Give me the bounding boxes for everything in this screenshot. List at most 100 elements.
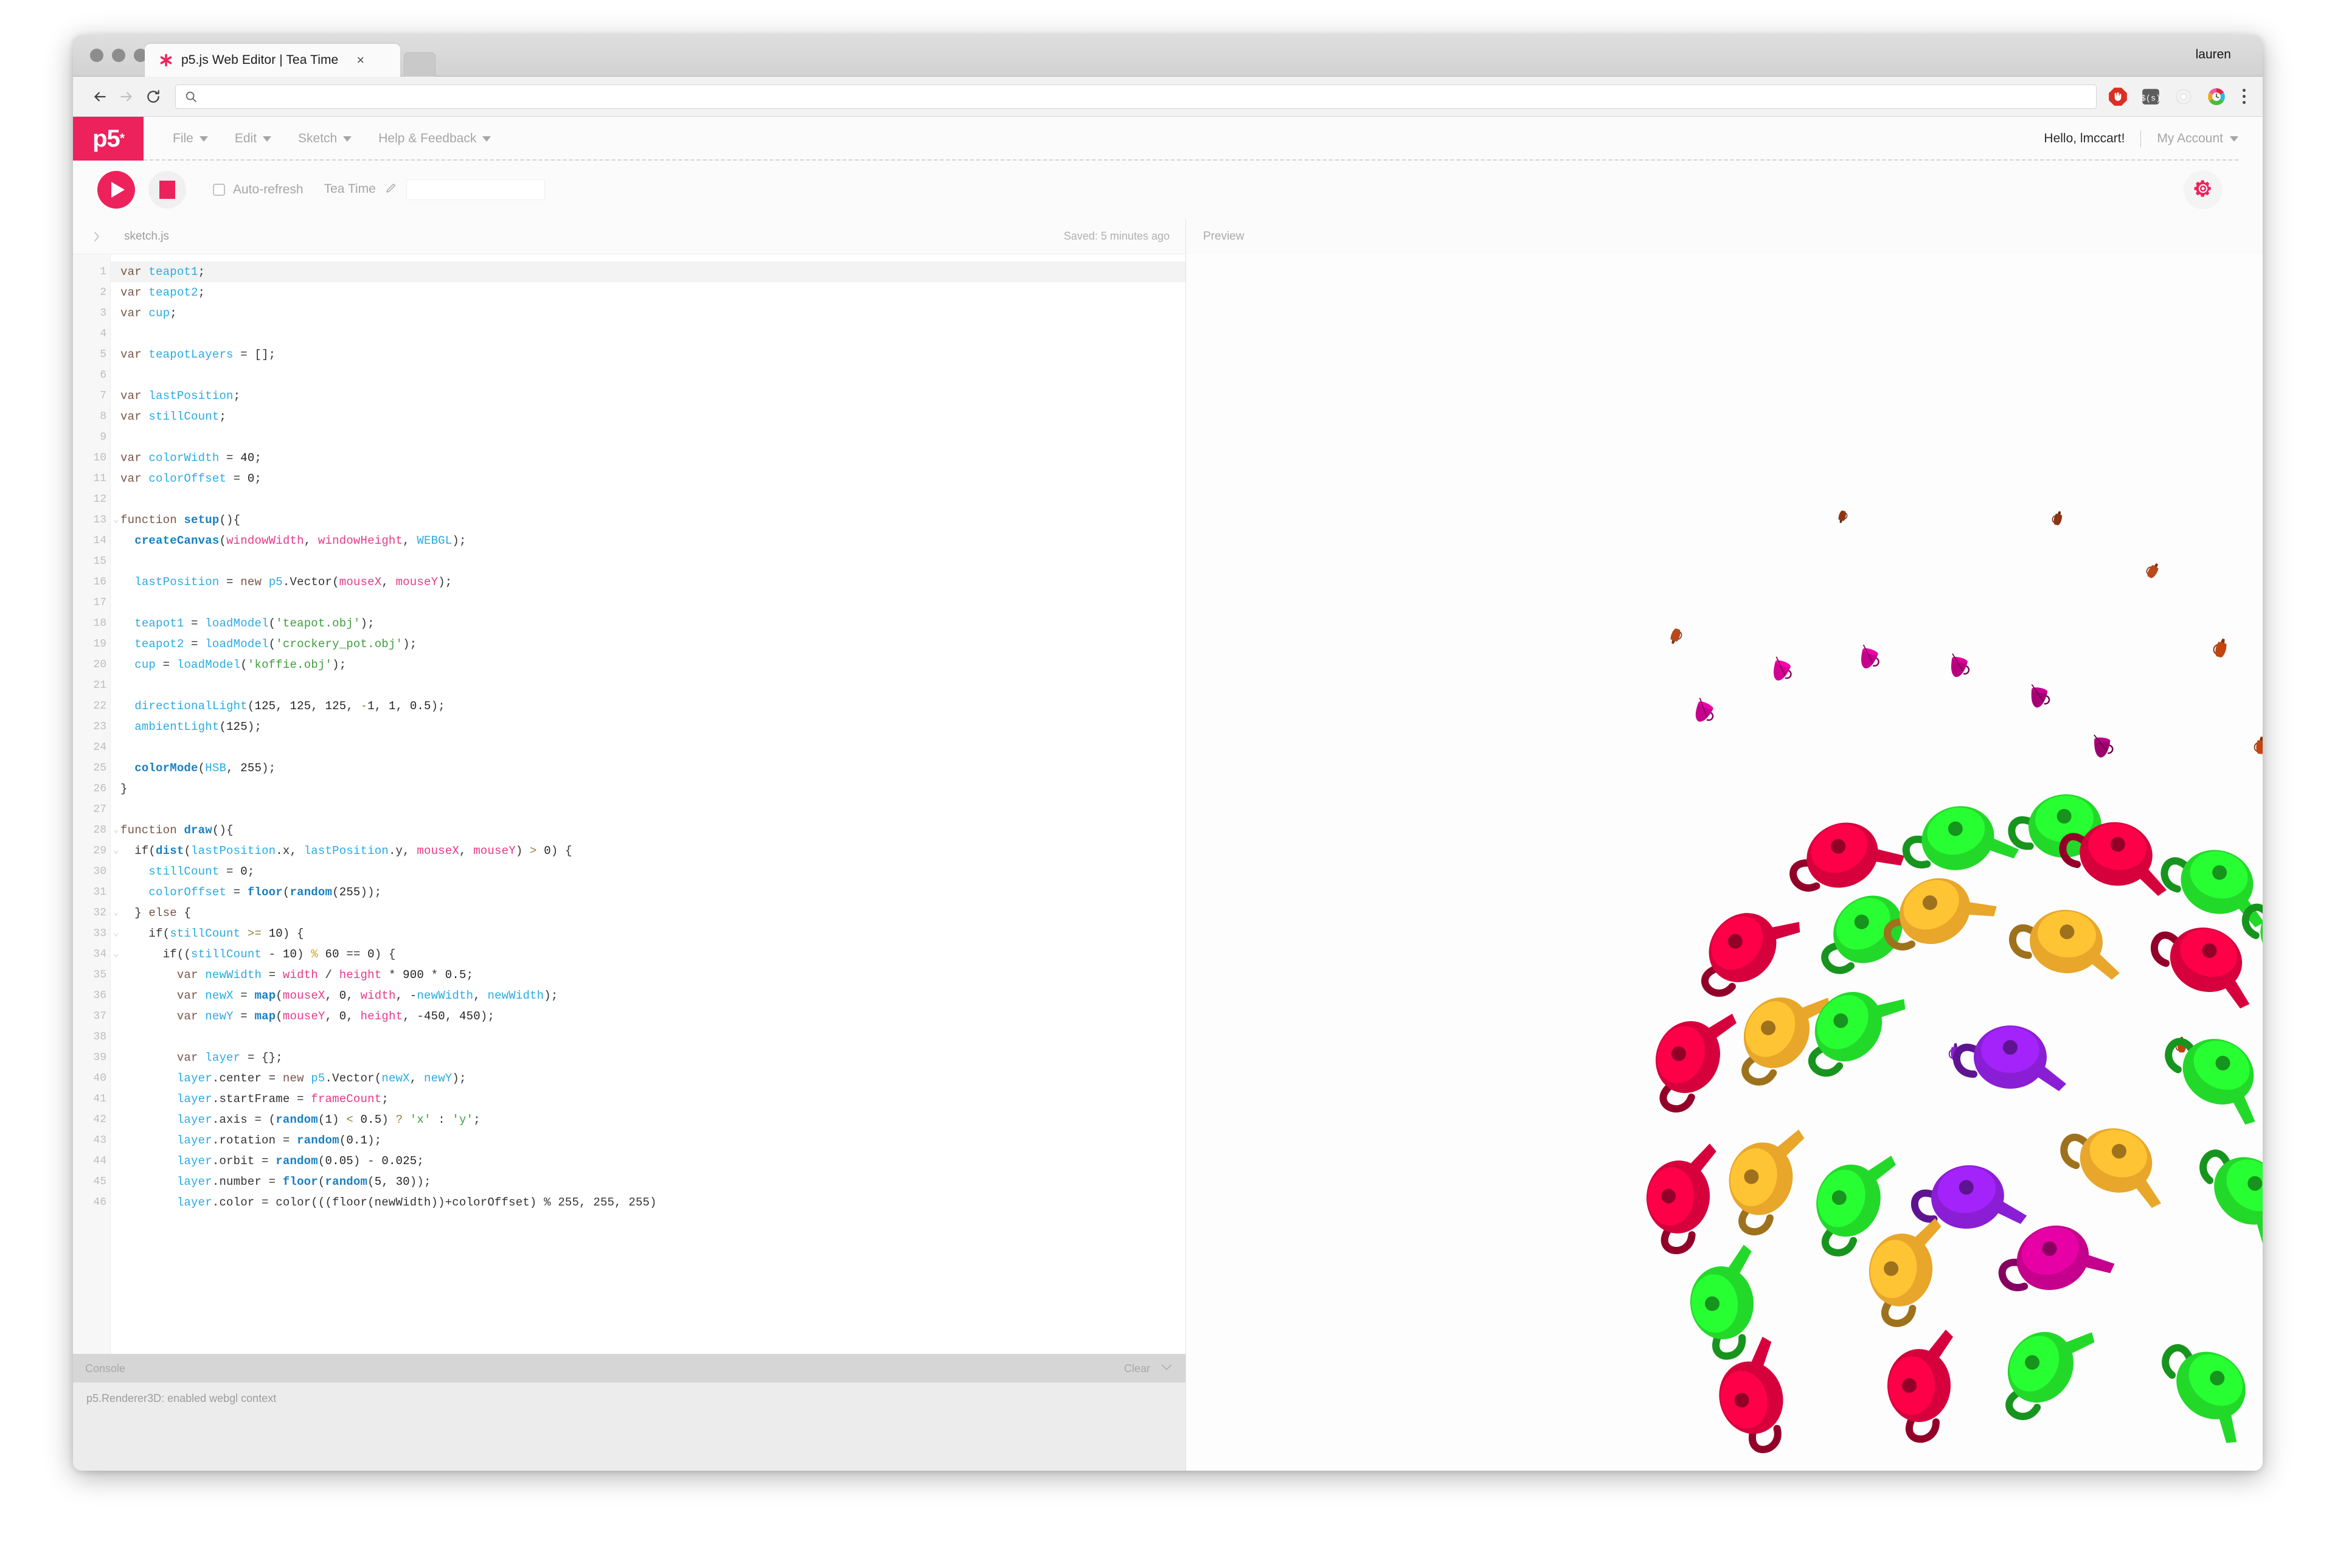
p5-logo[interactable]: p5 * [73,117,144,161]
my-account-menu[interactable]: My Account [2141,131,2238,146]
code-line[interactable]: if(dist(lastPosition.x, lastPosition.y, … [111,841,1185,861]
code-token: 255 [339,886,361,899]
line-number: 32 ⌄ [73,903,119,923]
code-line[interactable]: var stillCount; [111,406,1185,427]
code-line[interactable]: var layer = {}; [111,1047,1185,1068]
ring-icon[interactable] [2173,86,2194,107]
code-line[interactable]: var newX = map(mouseX, 0, width, -newWid… [111,985,1185,1006]
menu-sketch[interactable]: Sketch [285,117,365,161]
code-line[interactable]: var teapot1; [111,262,1185,282]
code-line[interactable]: layer.axis = (random(1) < 0.5) ? 'x' : '… [111,1109,1185,1130]
code-token: ) { [374,948,396,961]
code-line[interactable]: var newY = map(mouseY, 0, height, -450, … [111,1006,1185,1027]
code-line[interactable]: layer.color = color(((floor(newWidth))+c… [111,1192,1185,1213]
code-line[interactable] [111,489,1185,510]
code-line[interactable]: var teapot2; [111,282,1185,303]
code-line[interactable]: function setup(){ [111,510,1185,530]
p5-menu-list: File Edit Sketch Help & Feedback [144,117,504,161]
code-line[interactable]: var lastPosition; [111,386,1185,406]
code-token: p5 [311,1072,325,1085]
play-button[interactable] [97,171,135,209]
code-line[interactable]: colorMode(HSB, 255); [111,758,1185,779]
code-line[interactable]: layer.number = floor(random(5, 30)); [111,1171,1185,1192]
code-line[interactable]: } else { [111,903,1185,923]
code-token: cup [134,658,156,671]
code-line[interactable]: layer.center = new p5.Vector(newX, newY)… [111,1068,1185,1089]
code-token: .axis = ( [212,1113,276,1126]
line-number: 29 ⌄ [73,841,119,861]
code-line[interactable]: layer.orbit = random(0.05) - 0.025; [111,1151,1185,1171]
code-line[interactable]: layer.startFrame = frameCount; [111,1089,1185,1109]
chevron-right-icon[interactable] [86,229,107,244]
address-input[interactable] [205,90,2087,103]
code-line[interactable]: var newWidth = width / height * 900 * 0.… [111,965,1185,985]
address-bar[interactable] [175,84,2097,109]
close-tab-button[interactable]: × [356,54,364,67]
sketch-preview-canvas[interactable] [1186,254,2263,1471]
code-token: ); [544,989,558,1002]
code-line[interactable]: createCanvas(windowWidth, windowHeight, … [111,530,1185,551]
code-token: .y, [388,844,417,858]
dollar-s-icon[interactable]: $(s) [2140,86,2161,107]
minimize-window-button[interactable] [112,49,125,62]
code-line[interactable]: layer.rotation = random(0.1); [111,1130,1185,1151]
code-line[interactable]: ambientLight(125); [111,716,1185,737]
line-number: 14 [93,535,106,547]
stop-button[interactable] [148,171,186,209]
code-line[interactable] [111,324,1185,344]
line-number: 9 [100,431,106,443]
sketch-name-display[interactable]: Tea Time [324,182,397,198]
close-window-button[interactable] [90,49,103,62]
code-line[interactable] [111,737,1185,758]
code-line[interactable] [111,799,1185,820]
code-line[interactable]: } [111,779,1185,799]
code-line[interactable]: var cup; [111,303,1185,324]
code-line[interactable]: teapot1 = loadModel('teapot.obj'); [111,613,1185,634]
clear-console-button[interactable]: Clear [1124,1362,1150,1375]
menu-edit[interactable]: Edit [221,117,285,161]
code-lines[interactable]: var teapot1; var teapot2; var cup; var tea… [111,254,1185,1354]
menu-file[interactable]: File [159,117,221,161]
adblock-icon[interactable] [2108,86,2128,107]
code-line[interactable]: var teapotLayers = []; [111,344,1185,365]
file-tab-sketch-js[interactable]: sketch.js [124,230,169,243]
code-line[interactable]: colorOffset = floor(random(255)); [111,882,1185,903]
colorwheel-clock-icon[interactable] [2206,86,2227,107]
code-token: 10 [268,927,283,940]
code-editor[interactable]: 1 2 3 4 5 6 7 8 9 10 11 12 13 ⌄ 14 15 16 17 18 19 20 21 22 23 24… [73,254,1185,1354]
back-arrow-icon[interactable] [86,83,113,110]
code-line[interactable]: var colorOffset = 0; [111,468,1185,489]
code-line[interactable]: lastPosition = new p5.Vector(mouseX, mou… [111,572,1185,592]
settings-button[interactable] [2184,170,2223,209]
chevron-down-icon[interactable] [1160,1362,1173,1375]
code-line[interactable] [111,592,1185,613]
pencil-icon[interactable] [385,182,397,198]
code-line[interactable] [111,427,1185,448]
reload-icon[interactable] [140,83,167,110]
code-line[interactable] [111,675,1185,696]
code-line[interactable]: teapot2 = loadModel('crockery_pot.obj'); [111,634,1185,654]
code-line[interactable] [111,1027,1185,1047]
sketch-name-input[interactable] [406,179,545,200]
code-line[interactable] [111,551,1185,572]
code-line[interactable]: var colorWidth = 40; [111,448,1185,468]
code-token: ); [452,534,467,547]
code-line[interactable]: if(stillCount >= 10) { [111,923,1185,944]
code-line[interactable] [111,365,1185,386]
code-line[interactable]: directionalLight(125, 125, 125, -1, 1, 0… [111,696,1185,716]
new-tab-button[interactable] [404,52,436,77]
code-line[interactable]: function draw(){ [111,820,1185,841]
code-line[interactable]: if((stillCount - 10) % 60 == 0) { [111,944,1185,965]
code-line[interactable]: stillCount = 0; [111,861,1185,882]
code-token: ? [395,1113,403,1126]
code-token: stillCount [148,410,220,423]
menu-help-feedback[interactable]: Help & Feedback [365,117,504,161]
code-token: 60 [325,948,339,961]
code-line[interactable]: cup = loadModel('koffie.obj'); [111,654,1185,675]
auto-refresh-checkbox[interactable]: Auto-refresh [213,182,304,197]
browser-tab[interactable]: p5.js Web Editor | Tea Time × [145,44,400,77]
kebab-menu-icon[interactable] [2239,89,2249,104]
